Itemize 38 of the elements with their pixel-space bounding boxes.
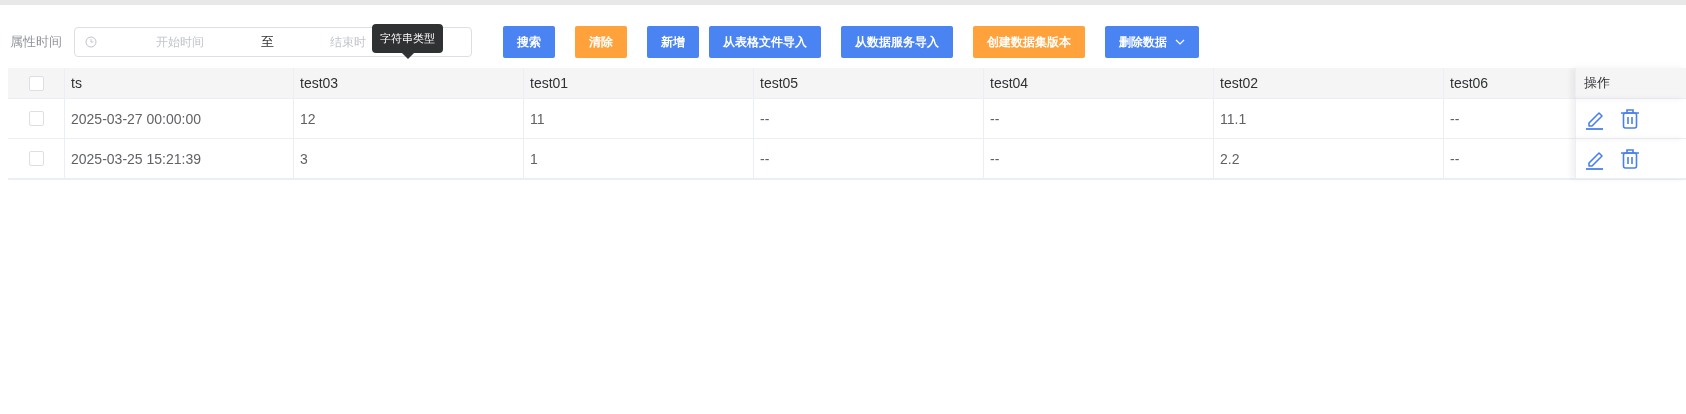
checkbox[interactable] [28, 151, 44, 166]
checkbox[interactable] [28, 111, 44, 126]
column-header: test05 [760, 75, 799, 91]
action-button[interactable]: 搜索 [503, 26, 555, 58]
column-header: test02 [1220, 75, 1259, 91]
table-cell: 2025-03-25 15:21:39 [71, 150, 201, 167]
column-header: ts [71, 75, 82, 91]
table-cell: 2.2 [1220, 150, 1240, 167]
table-cell: -- [1450, 110, 1460, 127]
action-button[interactable]: 从数据服务导入 [841, 26, 953, 58]
tooltip: 字符串类型 [372, 24, 443, 59]
table-cell: 11.1 [1220, 110, 1247, 127]
table-cell: -- [760, 110, 770, 127]
trash-icon[interactable] [1620, 107, 1640, 130]
table-cell: 2025-03-27 00:00:00 [71, 110, 201, 127]
table-cell: 1 [530, 150, 538, 167]
column-header: 操作 [1584, 74, 1610, 92]
action-button[interactable]: 新增 [647, 26, 699, 58]
trash-icon[interactable] [1620, 147, 1640, 170]
action-button[interactable]: 清除 [575, 26, 627, 58]
checkbox[interactable] [28, 75, 44, 91]
column-header: test04 [990, 75, 1029, 91]
clock-icon [85, 36, 97, 48]
dropdown-button[interactable]: 删除数据 [1105, 26, 1199, 58]
table-cell: 12 [300, 110, 316, 127]
table-cell: -- [760, 150, 770, 167]
action-button[interactable]: 创建数据集版本 [973, 26, 1085, 58]
table-cell: 3 [300, 150, 308, 167]
filter-label: 属性时间 [10, 33, 62, 51]
table-cell: -- [990, 110, 1000, 127]
table-cell: 11 [530, 110, 545, 127]
table-cell: -- [990, 150, 1000, 167]
table-cell: -- [1450, 150, 1460, 167]
column-header: test03 [300, 75, 339, 91]
column-header: test06 [1450, 75, 1489, 91]
chevron-down-icon[interactable] [1175, 39, 1185, 45]
action-button[interactable]: 从表格文件导入 [709, 26, 821, 58]
column-header: test01 [530, 75, 569, 91]
